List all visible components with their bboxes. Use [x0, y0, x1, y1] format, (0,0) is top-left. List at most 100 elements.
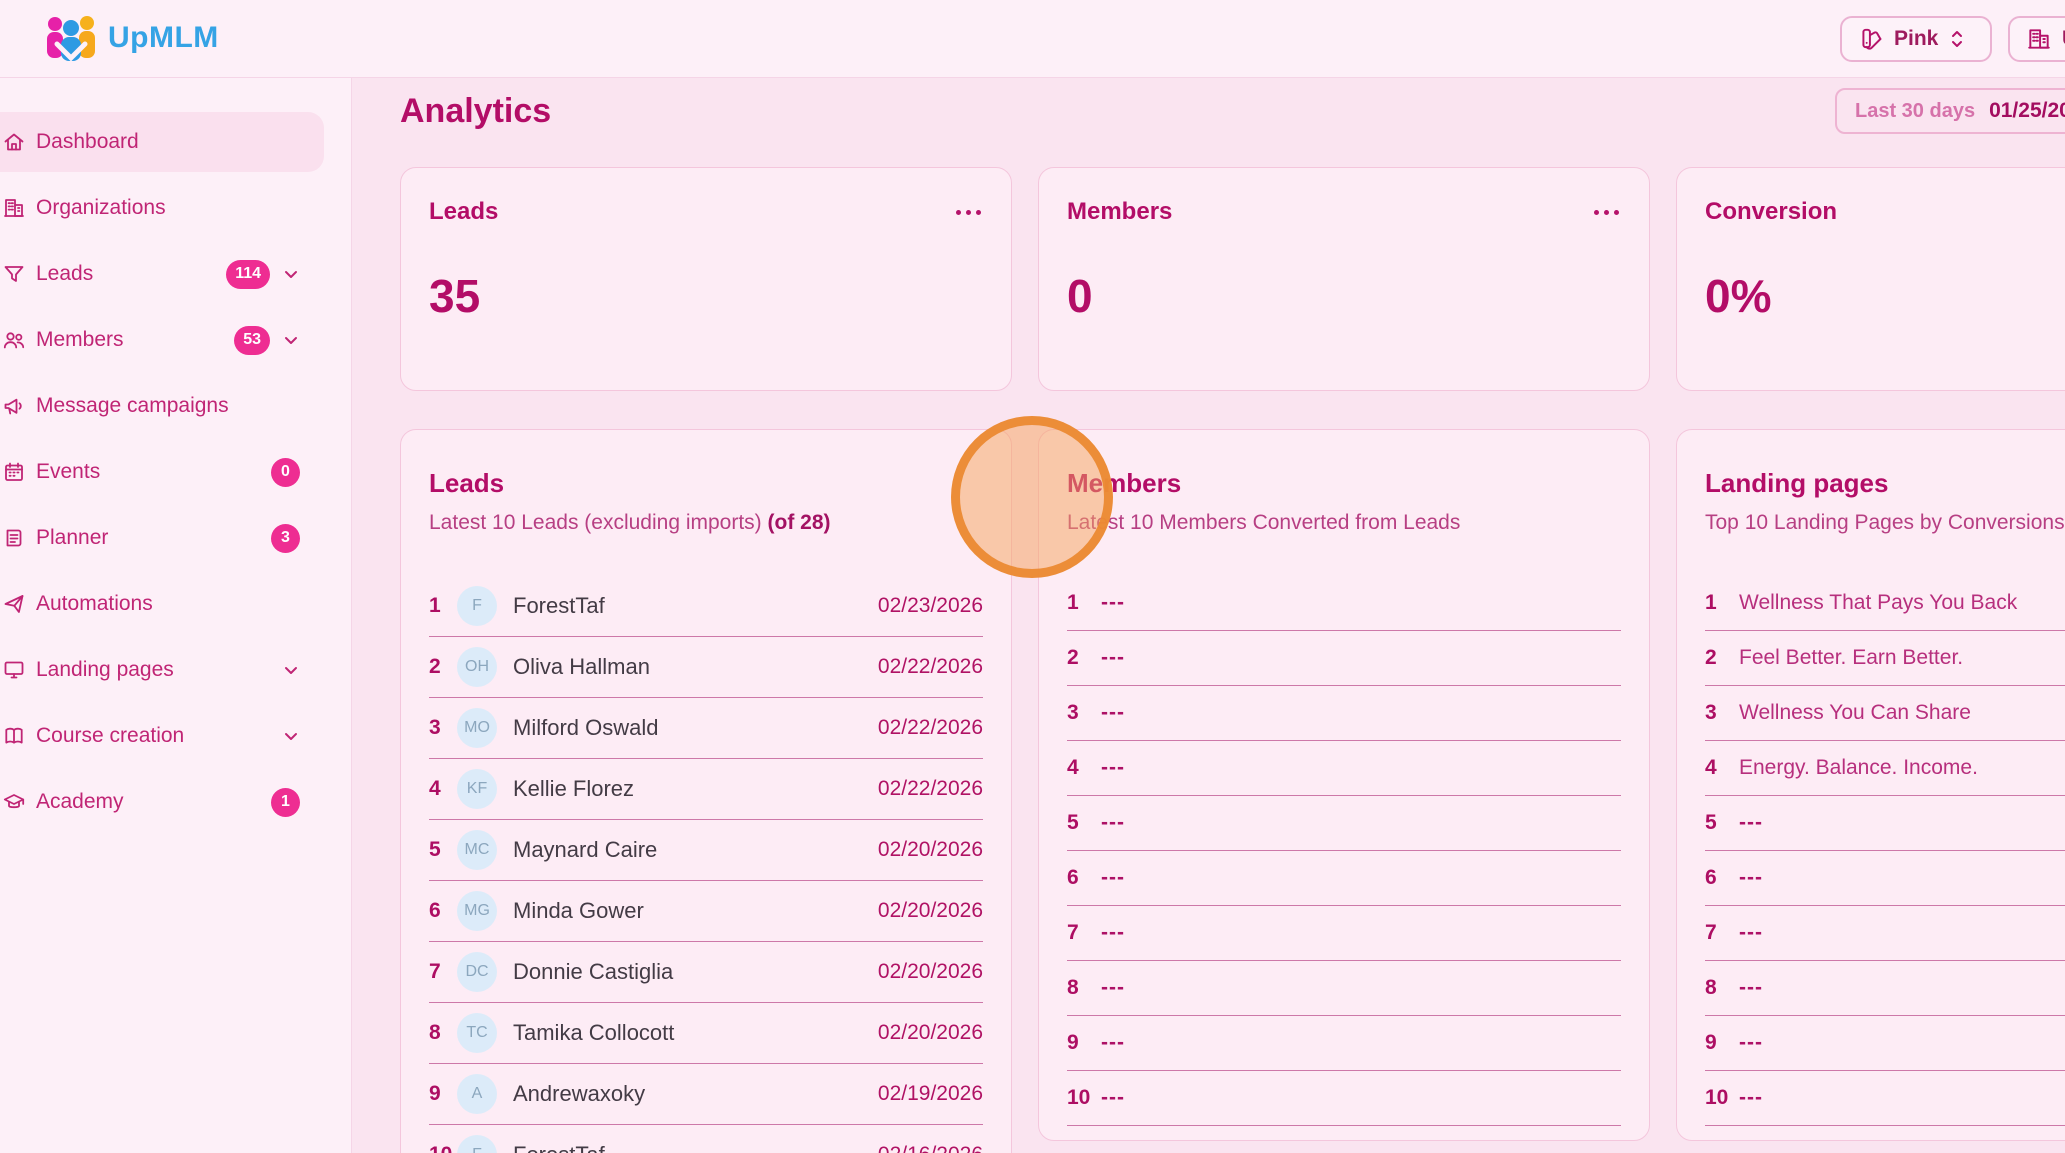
row-rank: 8: [1067, 976, 1101, 1000]
row-rank: 5: [1705, 811, 1739, 835]
row-rank: 6: [1705, 866, 1739, 890]
sidebar-item-label: Dashboard: [36, 130, 300, 154]
app-logo[interactable]: UpMLM: [44, 14, 219, 62]
member-row: 6---: [1067, 851, 1621, 906]
stat-card-value: 0%: [1705, 268, 2065, 324]
row-rank: 2: [1067, 646, 1101, 670]
sidebar-item-label: Members: [36, 328, 234, 352]
org-switcher-button[interactable]: U: [2008, 16, 2065, 62]
row-rank: 10: [1705, 1086, 1739, 1110]
landing-pages-list-card: Landing pages Top 10 Landing Pages by Co…: [1676, 429, 2065, 1141]
more-menu-icon[interactable]: [954, 204, 983, 221]
lead-date: 02/22/2026: [878, 777, 983, 801]
count-badge: 1: [271, 788, 300, 817]
row-rank: 1: [1067, 591, 1101, 615]
calendar-icon: [2, 460, 26, 484]
sidebar-item-academy[interactable]: Academy 1: [0, 772, 324, 832]
date-range-selector[interactable]: Last 30 days 01/25/2026: [1835, 88, 2065, 134]
chevron-down-icon[interactable]: [282, 265, 300, 283]
date-range-preset: Last 30 days: [1855, 100, 1975, 123]
theme-selector-button[interactable]: Pink: [1840, 16, 1992, 62]
row-rank: 8: [1705, 976, 1739, 1000]
building-icon: [2, 196, 26, 220]
avatar: MC: [457, 830, 497, 870]
lead-date: 02/20/2026: [878, 899, 983, 923]
chevron-down-icon[interactable]: [282, 727, 300, 745]
lead-row[interactable]: 6MGMinda Gower02/20/2026: [429, 881, 983, 942]
lead-row[interactable]: 3MOMilford Oswald02/22/2026: [429, 698, 983, 759]
lead-name: Maynard Caire: [513, 837, 878, 863]
member-row: 8---: [1067, 961, 1621, 1016]
landing-page-row: 8---: [1705, 961, 2065, 1016]
list-card-subtitle: Latest 10 Leads (excluding imports) (of …: [429, 510, 983, 536]
row-rank: 10: [1067, 1086, 1101, 1110]
lead-row[interactable]: 5MCMaynard Caire02/20/2026: [429, 820, 983, 881]
empty-value: ---: [1101, 591, 1125, 615]
landing-page-row[interactable]: 4Energy. Balance. Income.: [1705, 741, 2065, 796]
empty-value: ---: [1739, 976, 1763, 1000]
sidebar-item-course-creation[interactable]: Course creation: [0, 706, 324, 766]
row-rank: 3: [1705, 701, 1739, 725]
stat-card-value: 35: [429, 268, 983, 324]
sidebar-item-label: Events: [36, 460, 271, 484]
list-card-title: Leads: [429, 466, 983, 500]
lead-date: 02/22/2026: [878, 716, 983, 740]
row-rank: 9: [1067, 1031, 1101, 1055]
app-header: UpMLM Pink U: [0, 0, 2065, 78]
landing-page-row[interactable]: 2Feel Better. Earn Better.: [1705, 631, 2065, 686]
row-rank: 7: [1067, 921, 1101, 945]
list-card-subtitle: Top 10 Landing Pages by Conversions: [1705, 510, 2065, 536]
empty-value: ---: [1101, 921, 1125, 945]
more-menu-icon[interactable]: [1592, 204, 1621, 221]
avatar: KF: [457, 769, 497, 809]
sidebar-item-message-campaigns[interactable]: Message campaigns: [0, 376, 324, 436]
members-list-card: Members Latest 10 Members Converted from…: [1038, 429, 1650, 1141]
chevron-down-icon[interactable]: [282, 331, 300, 349]
landing-page-name: Wellness You Can Share: [1739, 701, 1971, 725]
lead-row[interactable]: 7DCDonnie Castiglia02/20/2026: [429, 942, 983, 1003]
sidebar-item-leads[interactable]: Leads 114: [0, 244, 324, 304]
list-card-title: Members: [1067, 466, 1621, 500]
sidebar-item-automations[interactable]: Automations: [0, 574, 324, 634]
empty-value: ---: [1739, 866, 1763, 890]
member-row: 2---: [1067, 631, 1621, 686]
member-row: 4---: [1067, 741, 1621, 796]
member-row: 9---: [1067, 1016, 1621, 1071]
graduation-cap-icon: [2, 790, 26, 814]
lead-row[interactable]: 10FForestTaf02/16/2026: [429, 1125, 983, 1153]
landing-page-row[interactable]: 3Wellness You Can Share: [1705, 686, 2065, 741]
book-icon: [2, 724, 26, 748]
landing-page-row: 6---: [1705, 851, 2065, 906]
sidebar-item-dashboard[interactable]: Dashboard: [0, 112, 324, 172]
landing-page-row[interactable]: 1Wellness That Pays You Back: [1705, 576, 2065, 631]
member-row: 7---: [1067, 906, 1621, 961]
sidebar-item-label: Message campaigns: [36, 394, 300, 418]
empty-value: ---: [1101, 866, 1125, 890]
monitor-icon: [2, 658, 26, 682]
lead-name: Minda Gower: [513, 898, 878, 924]
lead-row[interactable]: 4KFKellie Florez02/22/2026: [429, 759, 983, 820]
sidebar-item-planner[interactable]: Planner 3: [0, 508, 324, 568]
landing-page-row: 9---: [1705, 1016, 2065, 1071]
lead-row[interactable]: 1FForestTaf02/23/2026: [429, 576, 983, 637]
megaphone-icon: [2, 394, 26, 418]
sidebar-item-events[interactable]: Events 0: [0, 442, 324, 502]
lead-row[interactable]: 9AAndrewaxoky02/19/2026: [429, 1064, 983, 1125]
lead-date: 02/20/2026: [878, 1021, 983, 1045]
count-badge: 0: [271, 458, 300, 487]
sidebar-item-members[interactable]: Members 53: [0, 310, 324, 370]
lead-row[interactable]: 8TCTamika Collocott02/20/2026: [429, 1003, 983, 1064]
list-card-subtitle: Latest 10 Members Converted from Leads: [1067, 510, 1621, 536]
lead-name: Oliva Hallman: [513, 654, 878, 680]
lead-row[interactable]: 2OHOliva Hallman02/22/2026: [429, 637, 983, 698]
chevron-down-icon[interactable]: [282, 661, 300, 679]
landing-page-row: 5---: [1705, 796, 2065, 851]
row-rank: 4: [1705, 756, 1739, 780]
sidebar-item-organizations[interactable]: Organizations: [0, 178, 324, 238]
row-rank: 6: [1067, 866, 1101, 890]
sidebar-item-landing-pages[interactable]: Landing pages: [0, 640, 324, 700]
count-badge: 3: [271, 524, 300, 553]
lead-name: Tamika Collocott: [513, 1020, 878, 1046]
stat-card-leads: Leads 35: [400, 167, 1012, 391]
sidebar-item-label: Planner: [36, 526, 271, 550]
